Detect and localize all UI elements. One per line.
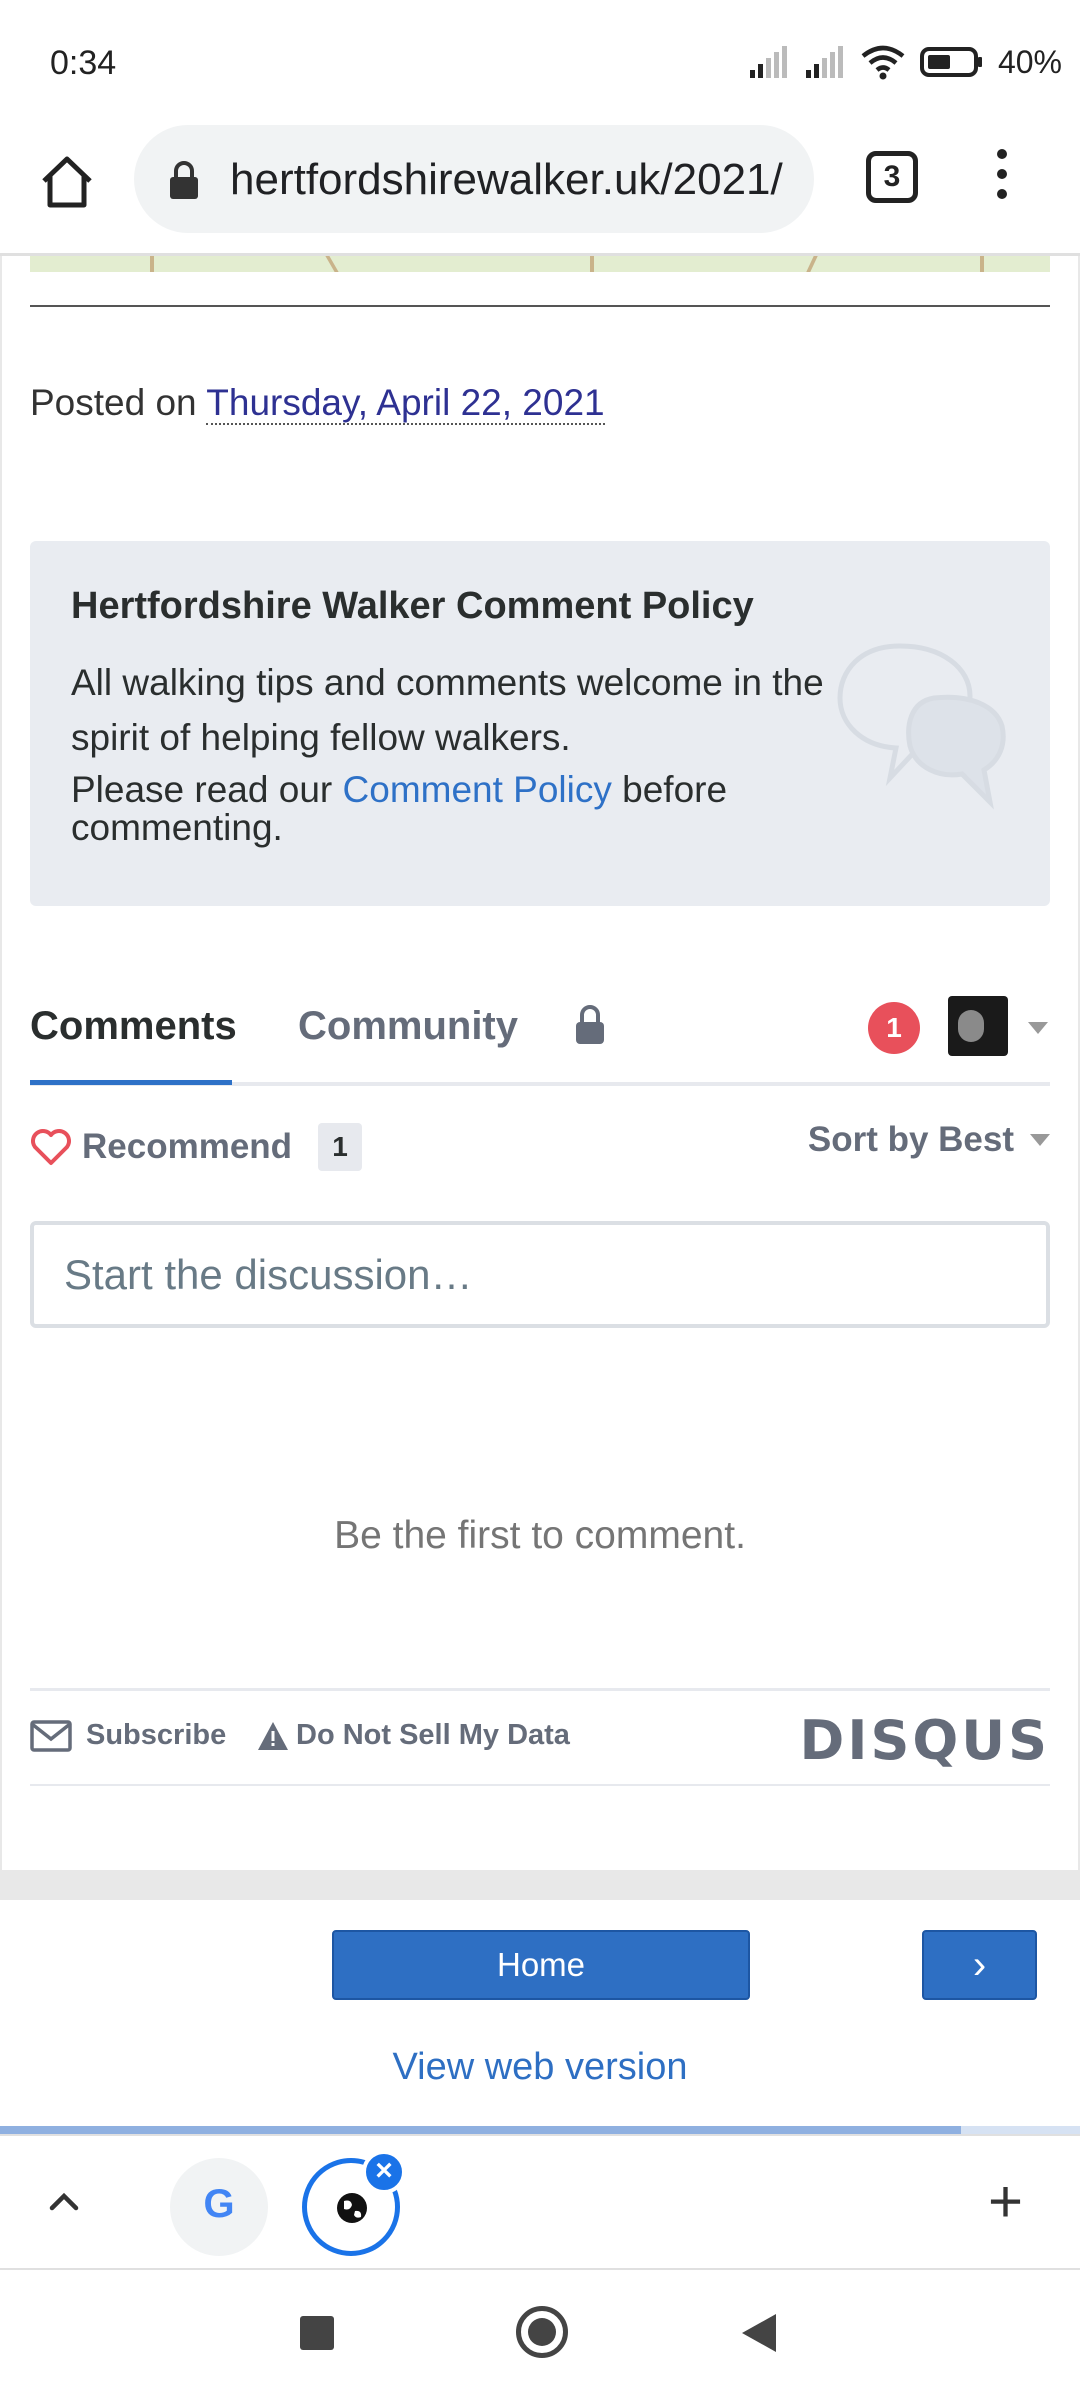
divider	[30, 305, 1050, 307]
subscribe-link[interactable]: Subscribe	[30, 1719, 226, 1752]
divider	[30, 1784, 1050, 1786]
tab-switcher-button[interactable]: 3	[866, 151, 918, 203]
policy-title: Hertfordshire Walker Comment Policy	[71, 585, 754, 627]
chevron-down-icon	[1030, 1134, 1050, 1146]
google-icon: G	[203, 2182, 235, 2226]
do-not-sell-label: Do Not Sell My Data	[296, 1719, 570, 1751]
recents-icon[interactable]	[300, 2316, 334, 2350]
site-favicon-icon	[337, 2193, 367, 2223]
active-tab-indicator	[30, 1080, 232, 1085]
disqus-logo[interactable]: DISQUS	[800, 1709, 1050, 1772]
home-button[interactable]: Home	[332, 1930, 750, 2000]
envelope-icon	[30, 1719, 72, 1752]
battery-percent: 40%	[997, 43, 1062, 80]
policy-body: All walking tips and comments welcome in…	[71, 662, 824, 758]
divider	[30, 1688, 1050, 1691]
recommend-button[interactable]: Recommend 1	[30, 1122, 363, 1172]
speech-bubbles-icon	[837, 643, 1006, 810]
policy-read-prefix: Please read our	[71, 769, 333, 810]
chevron-down-icon[interactable]	[1028, 1022, 1048, 1034]
signal-icon-2	[805, 46, 843, 78]
comment-policy-box: Hertfordshire Walker Comment Policy All …	[30, 541, 1050, 906]
close-tab-icon[interactable]: ×	[362, 2150, 406, 2194]
tab-strip: G +	[0, 2134, 1080, 2270]
home-nav-icon[interactable]	[516, 2306, 568, 2358]
posted-prefix: Posted on	[30, 382, 197, 423]
disqus-footer: Subscribe Do Not Sell My Data DISQUS	[30, 1709, 1050, 1772]
policy-read-line: Please read our Comment Policy before co…	[71, 771, 831, 847]
lock-icon[interactable]	[574, 1004, 606, 1044]
system-nav-bar	[0, 2272, 1080, 2400]
status-bar: 0:34 40%	[0, 0, 1080, 125]
comment-policy-link[interactable]: Comment Policy	[343, 769, 612, 810]
next-page-button[interactable]: ›	[922, 1930, 1037, 2000]
map-image-edge	[30, 256, 1050, 272]
chevron-up-icon[interactable]	[44, 2182, 84, 2222]
tab-community[interactable]: Community	[298, 1004, 518, 1049]
progress-fill	[0, 2126, 962, 2134]
new-tab-button[interactable]: +	[988, 2172, 1023, 2232]
wifi-icon	[861, 45, 905, 80]
avatar[interactable]	[948, 996, 1008, 1056]
empty-comments-message: Be the first to comment.	[334, 1514, 746, 1557]
page-load-progress	[0, 2126, 1080, 2134]
signal-icon	[749, 46, 787, 78]
disqus-nav: Comments Community 1	[30, 990, 1050, 1086]
view-web-version-link[interactable]: View web version	[0, 2046, 1080, 2089]
recommend-count: 1	[318, 1123, 363, 1171]
url-text[interactable]: hertfordshirewalker.uk/2021/	[230, 155, 800, 205]
battery-icon	[919, 47, 982, 77]
posted-date-link[interactable]: Thursday, April 22, 2021	[206, 382, 605, 425]
heart-icon	[31, 1129, 71, 1165]
browser-toolbar: hertfordshirewalker.uk/2021/ 3	[0, 125, 1080, 255]
sort-label: Sort by Best	[807, 1120, 1014, 1159]
status-time: 0:34	[50, 44, 117, 82]
lock-icon	[170, 161, 198, 199]
status-icons: 40%	[748, 40, 1062, 84]
content-border	[0, 256, 2, 1872]
posted-on: Posted on Thursday, April 22, 2021	[30, 382, 605, 425]
address-bar[interactable]: hertfordshirewalker.uk/2021/	[134, 125, 814, 233]
back-icon[interactable]	[742, 2314, 776, 2352]
section-separator	[0, 1870, 1080, 1900]
comment-input[interactable]	[30, 1221, 1050, 1328]
do-not-sell-link[interactable]: Do Not Sell My Data	[256, 1719, 570, 1752]
recommend-label: Recommend	[82, 1127, 293, 1166]
sort-dropdown[interactable]: Sort by Best	[808, 1120, 1050, 1160]
tab-google[interactable]: G	[170, 2158, 268, 2256]
home-icon[interactable]	[38, 153, 96, 211]
overflow-menu-icon[interactable]	[990, 149, 1014, 209]
subscribe-label: Subscribe	[86, 1719, 227, 1751]
tab-comments[interactable]: Comments	[30, 1004, 237, 1049]
notification-badge[interactable]: 1	[868, 1002, 920, 1054]
warning-icon	[258, 1721, 288, 1750]
